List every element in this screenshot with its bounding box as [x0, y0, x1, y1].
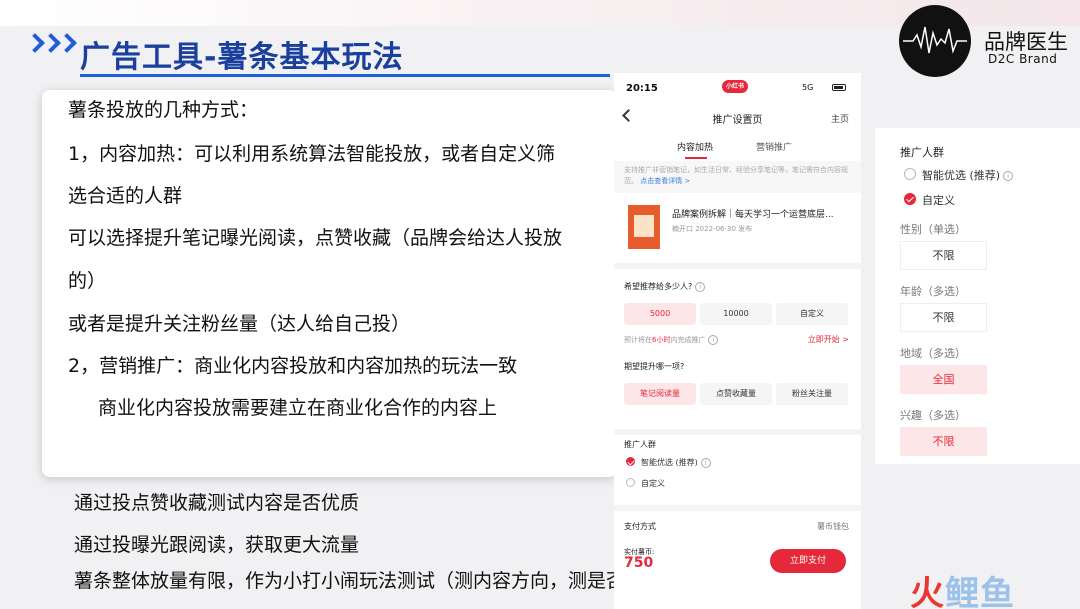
tab-bar: 内容加热 营销推广 [614, 133, 861, 161]
slide-title: 广告工具-薯条基本玩法 [80, 40, 404, 75]
card-line: 薯条投放的几种方式： [68, 99, 259, 121]
notice-banner: 支持推广非营销笔记，如生活日常、经验分享笔记等，笔记需符合内容规范。 点击查看详… [614, 161, 861, 193]
nav-bar: 推广设置页 主页 [614, 103, 861, 133]
pay-now-button[interactable]: 立即支付 [770, 549, 846, 573]
estimate-prefix: 预计将在 [624, 336, 652, 344]
watermark-part2: 鲤鱼 [945, 574, 1015, 609]
wallet-label: 薯币钱包 [817, 522, 849, 531]
audience-section: 推广人群 智能优选 (推荐) i 自定义 [614, 435, 861, 505]
question-reach: 希望推荐给多少人? [624, 282, 693, 291]
card-line: 的） [68, 270, 107, 292]
brand-logo [899, 5, 971, 77]
pay-coin-value: 750 [624, 555, 654, 571]
xiaohongshu-badge: 小红书 [722, 80, 748, 93]
radio-custom-label: 自定义 [641, 479, 665, 488]
pay-method-label: 支付方式 [624, 522, 656, 531]
card-line: 1，内容加热：可以利用系统算法智能投放，或者自定义筛 [68, 143, 556, 165]
tab-content-boost[interactable]: 内容加热 [677, 140, 713, 153]
radio-smart-label: 智能优选 (推荐) [641, 458, 698, 467]
note-title: 品牌案例拆解｜每天学习一个运营底层... [672, 210, 834, 220]
radio-custom[interactable] [626, 478, 635, 487]
status-time: 20:15 [626, 83, 658, 94]
watermark-part1: 火 [910, 574, 945, 609]
bottom-line: 通过投点赞收藏测试内容是否优质 [74, 492, 360, 514]
audience-panel: 推广人群 智能优选 (推荐) i 自定义 性别（单选） 不限 年龄（多选） 不限 … [875, 128, 1080, 464]
gender-label: 性别（单选） [900, 223, 966, 236]
interest-value[interactable]: 不限 [900, 427, 987, 456]
panel-radio-smart-label: 智能优选 (推荐) [922, 169, 1001, 182]
panel-radio-custom-label: 自定义 [922, 194, 955, 207]
content-card: 薯条投放的几种方式： 1，内容加热：可以利用系统算法智能投放，或者自定义筛 选合… [42, 90, 617, 477]
panel-title: 推广人群 [900, 146, 944, 159]
card-line: 可以选择提升笔记曝光阅读，点赞收藏（品牌会给达人投放 [68, 227, 563, 249]
notice-link[interactable]: 点击查看详情 > [640, 177, 690, 185]
boost-settings-section: 希望推荐给多少人? i 5000 10000 自定义 预计将在6小时内完成推广 i … [614, 269, 861, 429]
card-line: 选合适的人群 [68, 185, 183, 207]
signal-indicator: 5G [802, 83, 814, 92]
radio-smart[interactable] [626, 457, 635, 466]
audience-title: 推广人群 [624, 440, 656, 449]
estimate-suffix: 内完成推广 [670, 336, 706, 344]
double-chevron-icon [25, 33, 77, 53]
interest-label: 兴趣（多选） [900, 409, 966, 422]
active-tab-indicator [685, 157, 707, 159]
region-label: 地域（多选） [900, 347, 966, 360]
card-line: 或者是提升关注粉丝量（达人给自己投） [68, 313, 411, 335]
battery-icon [832, 84, 846, 91]
reach-option-5000[interactable]: 5000 [624, 303, 696, 325]
info-icon: i [700, 457, 711, 468]
panel-radio-smart[interactable] [904, 168, 916, 180]
info-icon: i [1003, 171, 1014, 181]
reach-option-custom[interactable]: 自定义 [776, 303, 848, 325]
title-underline [80, 74, 610, 77]
note-card: 品牌案例拆解｜每天学习一个运营底层... 楠开口 2022-06-30 发布 [614, 193, 861, 263]
phone-screenshot: 20:15 小红书 5G 推广设置页 主页 内容加热 营销推广 支持推广非营销笔… [614, 73, 861, 609]
panel-radio-custom[interactable] [904, 193, 916, 205]
watermark-logo: 火鲤鱼 [910, 566, 1015, 609]
goal-option-followers[interactable]: 粉丝关注量 [776, 383, 848, 405]
gender-value[interactable]: 不限 [900, 241, 987, 270]
bottom-line: 通过投曝光跟阅读，获取更大流量 [74, 534, 360, 556]
tab-marketing[interactable]: 营销推广 [756, 140, 792, 153]
question-goal: 期望提升哪一项? [624, 362, 685, 371]
reach-option-10000[interactable]: 10000 [700, 303, 772, 325]
status-bar: 20:15 小红书 5G [614, 73, 861, 103]
nav-title: 推广设置页 [712, 115, 763, 126]
note-cover-image [628, 205, 660, 249]
age-value[interactable]: 不限 [900, 303, 987, 332]
estimate-hours: 6小时 [652, 336, 671, 344]
note-meta: 楠开口 2022-06-30 发布 [672, 225, 753, 233]
goal-option-likes[interactable]: 点赞收藏量 [700, 383, 772, 405]
home-link[interactable]: 主页 [831, 112, 849, 125]
region-value[interactable]: 全国 [900, 365, 987, 394]
brand-subtitle: D2C Brand [988, 52, 1058, 66]
bottom-line: 薯条整体放量有限，作为小打小闹玩法测试（测内容方向，测是否限流） [74, 570, 683, 592]
heartbeat-icon [903, 26, 967, 54]
goal-option-reads[interactable]: 笔记阅读量 [624, 383, 696, 405]
age-label: 年龄（多选） [900, 285, 966, 298]
info-icon: i [708, 335, 719, 345]
start-now-link[interactable]: 立即开始 > [808, 334, 849, 345]
card-line: 2，营销推广：商业化内容投放和内容加热的玩法一致 [68, 355, 518, 377]
card-line: 商业化内容投放需要建立在商业化合作的内容上 [98, 397, 498, 419]
info-icon: i [695, 281, 706, 292]
